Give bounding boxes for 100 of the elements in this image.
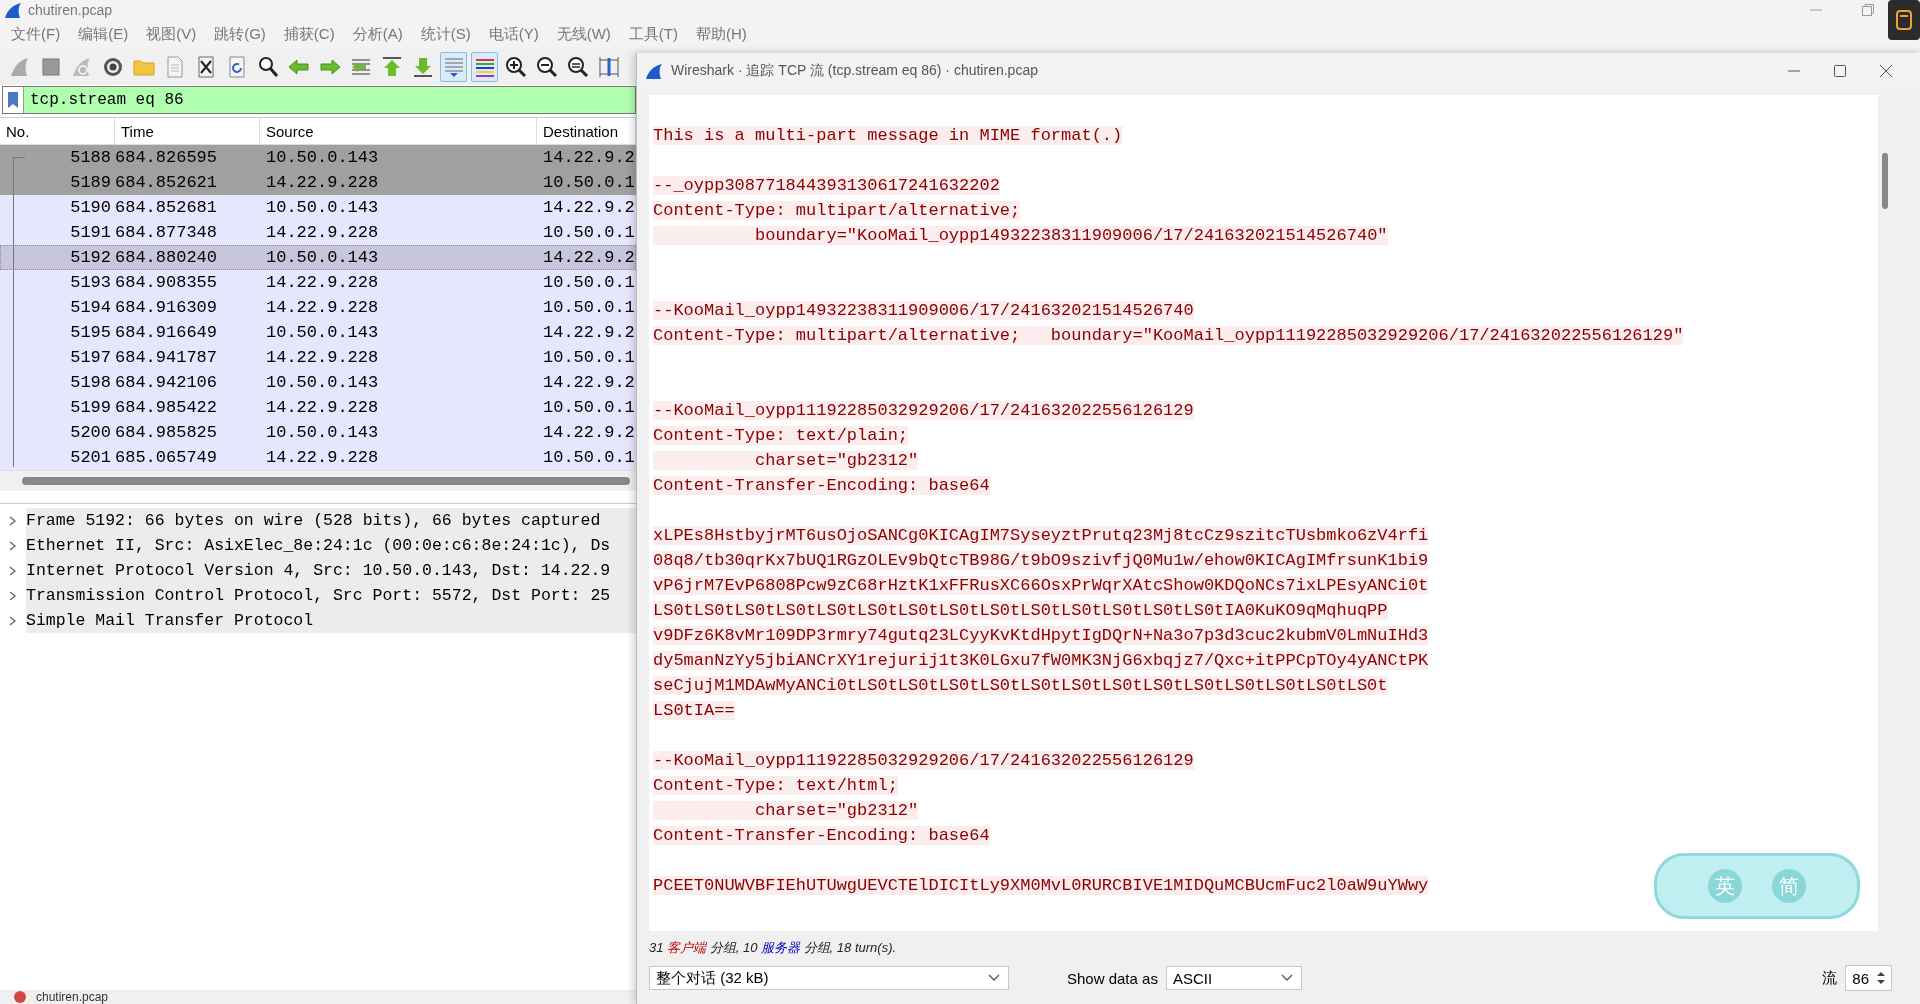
table-cell-text: 14.22.9.228 [265, 273, 380, 292]
column-header[interactable]: No. [0, 118, 115, 144]
table-cell-text: 14.22.9.2 [542, 248, 636, 267]
packet-row[interactable]: 5195 684.916649 10.50.0.143 14.22.9.2 [0, 320, 636, 345]
table-cell-text: 684.852681 [115, 198, 219, 217]
show-data-label: Show data as [1067, 969, 1158, 987]
column-header[interactable]: Time [115, 118, 260, 144]
table-cell-text: 5188 [69, 148, 112, 167]
table-cell-text: 14.22.9.2 [542, 323, 636, 342]
table-cell-text: 5195 [69, 323, 112, 342]
menu-item[interactable]: 分析(A) [343, 25, 412, 44]
shark-fin-icon [645, 63, 663, 79]
restore-icon[interactable] [1862, 4, 1874, 16]
packet-row[interactable]: 5201 685.065749 14.22.9.228 10.50.0.1 [0, 445, 636, 470]
packet-row[interactable]: 5198 684.942106 10.50.0.143 14.22.9.2 [0, 370, 636, 395]
table-cell-text: 5199 [69, 398, 112, 417]
close-icon[interactable] [1880, 65, 1892, 77]
shark-fin-icon [4, 2, 22, 18]
chevron-icon [988, 974, 1000, 982]
table-cell-text: 10.50.0.1 [542, 298, 636, 317]
zoom-out-icon [534, 55, 559, 79]
packet-row[interactable]: 5188 684.826595 10.50.0.143 14.22.9.2 [0, 145, 636, 170]
table-cell-text: 10.50.0.1 [542, 398, 636, 417]
table-cell-text: 684.852621 [115, 173, 219, 192]
packet-detail-item[interactable]: Internet Protocol Version 4, Src: 10.50.0.143, Dst: 14.22.9 [26, 558, 636, 583]
menu-item[interactable]: 编辑(E) [69, 25, 138, 44]
table-cell-text: 5197 [69, 348, 112, 367]
expand-caret-icon[interactable] [9, 565, 17, 576]
table-cell-text: 10.50.0.1 [542, 448, 636, 467]
packet-row[interactable]: 5190 684.852681 10.50.0.143 14.22.9.2 [0, 195, 636, 220]
packet-row[interactable]: 5192 684.880240 10.50.0.143 14.22.9.2 [0, 245, 636, 270]
table-cell-text: 684.908355 [115, 273, 219, 292]
table-cell-text: 14.22.9.228 [265, 223, 380, 242]
expand-caret-icon[interactable] [9, 540, 17, 551]
table-cell-text: 684.985825 [115, 423, 219, 442]
menu-item[interactable]: 统计(S) [411, 25, 480, 44]
table-cell-text: 5194 [69, 298, 112, 317]
table-cell-text: 684.916649 [115, 323, 219, 342]
chevron-icon [1280, 974, 1293, 982]
table-cell-text: 5191 [69, 223, 112, 242]
tray-cup-icon[interactable] [1888, 0, 1920, 40]
menu-item[interactable]: 捕获(C) [274, 25, 344, 44]
table-cell-text: 14.22.9.2 [542, 423, 636, 442]
table-cell-text: 14.22.9.2 [542, 373, 636, 392]
expand-caret-icon[interactable] [9, 615, 17, 626]
table-cell-text: 14.22.9.228 [265, 298, 380, 317]
table-cell-text: 684.877348 [115, 223, 219, 242]
stream-number-spinbox[interactable]: 86 [1845, 965, 1892, 991]
menu-item[interactable]: 电话(Y) [479, 25, 548, 44]
packet-row[interactable]: 5191 684.877348 14.22.9.228 10.50.0.1 [0, 220, 636, 245]
table-cell-text: 10.50.0.143 [265, 148, 380, 167]
packet-row[interactable]: 5193 684.908355 14.22.9.228 10.50.0.1 [0, 270, 636, 295]
scrollbar-thumb[interactable] [22, 477, 630, 485]
menu-item[interactable]: 工具(T) [619, 25, 687, 44]
table-cell-text: 684.916309 [115, 298, 219, 317]
status-file-name: chutiren.pcap [36, 990, 109, 1004]
format-select[interactable]: ASCII [1165, 966, 1302, 990]
packet-detail-item[interactable]: Simple Mail Transfer Protocol [26, 608, 636, 633]
expand-caret-icon[interactable] [9, 590, 17, 601]
packet-detail-item[interactable]: Frame 5192: 66 bytes on wire (528 bits), 66 bytes captured [26, 508, 636, 533]
stream-label: 流 [1822, 968, 1838, 988]
table-cell-text: 10.50.0.1 [542, 273, 636, 292]
table-cell-text: 684.942106 [115, 373, 219, 392]
packet-row[interactable]: 5197 684.941787 14.22.9.228 10.50.0.1 [0, 345, 636, 370]
stream-summary: 31 客户端 分组, 10 服务器 分组, 18 turn(s). [649, 939, 898, 957]
table-cell-text: 10.50.0.1 [542, 223, 636, 242]
table-cell-text: 5198 [69, 373, 112, 392]
menu-item[interactable]: 无线(W) [547, 25, 620, 44]
column-header[interactable]: Source [260, 118, 537, 144]
packet-row[interactable]: 5189 684.852621 14.22.9.228 10.50.0.1 [0, 170, 636, 195]
menu-item[interactable]: 帮助(H) [686, 25, 756, 44]
packet-row[interactable]: 5200 684.985825 10.50.0.143 14.22.9.2 [0, 420, 636, 445]
spin-arrows-icon[interactable] [1875, 969, 1887, 987]
packet-detail-item[interactable]: Ethernet II, Src: AsixElec_8e:24:1c (00:0e:c6:8e:24:1c), Ds [26, 533, 636, 558]
table-cell-text: 14.22.9.2 [542, 198, 636, 217]
menu-item[interactable]: 视图(V) [137, 25, 206, 44]
table-cell-text: 5201 [69, 448, 112, 467]
zoom-reset-icon [565, 55, 590, 79]
maximize-icon[interactable] [1834, 65, 1846, 77]
table-cell-text: 10.50.0.1 [542, 173, 636, 192]
table-cell-text: 10.50.0.143 [265, 373, 380, 392]
table-cell-text: 14.22.9.2 [542, 148, 636, 167]
table-cell-text: 5190 [69, 198, 112, 217]
toolbar-button[interactable] [471, 52, 498, 82]
menu-item[interactable]: 文件(F) [2, 25, 70, 44]
table-cell-text: 14.22.9.228 [265, 173, 380, 192]
table-cell-text: 10.50.0.143 [265, 198, 380, 217]
packet-detail-item[interactable]: Transmission Control Protocol, Src Port: 5572, Dst Port: 25 [26, 583, 636, 608]
scrollbar-thumb[interactable] [1882, 153, 1888, 209]
table-cell-text: 10.50.0.143 [265, 423, 380, 442]
packet-row[interactable]: 5199 684.985422 14.22.9.228 10.50.0.1 [0, 395, 636, 420]
status-indicator-icon [14, 991, 26, 1003]
table-cell-text: 5192 [69, 248, 112, 267]
table-cell-text: 685.065749 [115, 448, 219, 467]
conversation-select[interactable]: 整个对话 (32 kB) [649, 966, 1009, 990]
menu-item[interactable]: 跳转(G) [205, 25, 275, 44]
expand-caret-icon[interactable] [9, 515, 17, 526]
packet-row[interactable]: 5194 684.916309 14.22.9.228 10.50.0.1 [0, 295, 636, 320]
window-title: chutiren.pcap [28, 2, 113, 18]
table-cell-text: 684.880240 [115, 248, 219, 267]
